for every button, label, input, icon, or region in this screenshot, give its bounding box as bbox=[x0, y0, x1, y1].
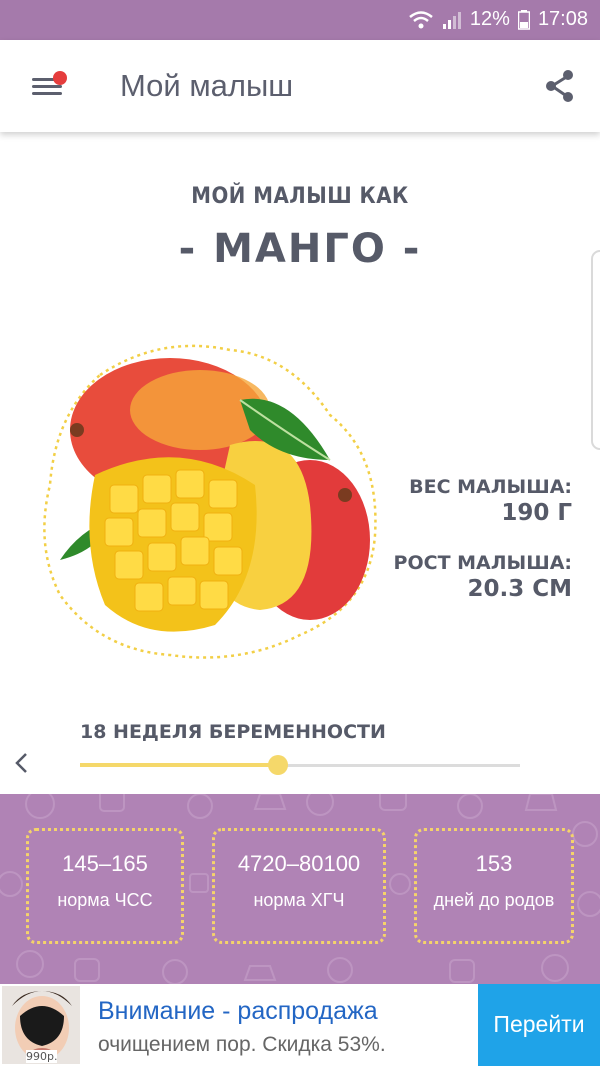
week-slider-thumb[interactable] bbox=[268, 755, 288, 775]
week-label: 18 НЕДЕЛЯ БЕРЕМЕННОСТИ bbox=[80, 721, 386, 743]
wifi-icon bbox=[409, 10, 433, 28]
fruit-name: - МАНГО - bbox=[178, 226, 422, 272]
info-box-caption: норма ХГЧ bbox=[253, 890, 345, 910]
info-box-value: 153 bbox=[475, 851, 513, 876]
info-box-value: 4720–80100 bbox=[237, 851, 361, 876]
status-bar: 12% 17:08 bbox=[0, 0, 600, 40]
subtitle: МОЙ МАЛЫШ КАК bbox=[191, 184, 409, 209]
clock: 17:08 bbox=[537, 8, 588, 30]
height-label: РОСТ МАЛЫША: bbox=[393, 552, 572, 574]
info-box-caption: норма ЧСС bbox=[57, 890, 153, 910]
signal-icon bbox=[442, 11, 461, 29]
battery-icon bbox=[517, 9, 530, 30]
app-title: Мой малыш bbox=[120, 68, 294, 103]
side-panel-handle[interactable] bbox=[591, 250, 600, 450]
info-box-caption: дней до родов bbox=[433, 890, 555, 910]
height-stat: РОСТ МАЛЫША: 20.3 СМ bbox=[394, 552, 572, 602]
share-button[interactable] bbox=[540, 66, 580, 106]
battery-percent: 12% bbox=[469, 8, 510, 30]
week-slider-fill bbox=[80, 763, 278, 767]
ad-banner[interactable]: 990р. Внимание - распродажа очищением по… bbox=[0, 984, 600, 1066]
info-box-value: 145–165 bbox=[62, 851, 148, 876]
previous-week-button[interactable] bbox=[10, 748, 34, 778]
info-box-days-left: 153 дней до родов bbox=[414, 828, 574, 944]
ad-price: 990р. bbox=[26, 1050, 58, 1063]
notification-dot bbox=[53, 71, 67, 85]
app-bar: Мой малыш bbox=[0, 40, 600, 132]
weight-stat: ВЕС МАЛЫША: 190 Г bbox=[409, 476, 572, 526]
info-box-hcg: 4720–80100 норма ХГЧ bbox=[212, 828, 386, 944]
mango-image bbox=[43, 344, 377, 659]
status-icons: 12% 17:08 bbox=[408, 8, 588, 31]
chevron-left-icon bbox=[15, 753, 27, 773]
height-value: 20.3 СМ bbox=[467, 576, 572, 602]
weight-value: 190 Г bbox=[501, 500, 572, 526]
share-icon bbox=[546, 70, 573, 102]
ad-title[interactable]: Внимание - распродажа bbox=[98, 997, 378, 1026]
ad-text: очищением пор. Скидка 53%. bbox=[98, 1033, 386, 1056]
info-box-heart-rate: 145–165 норма ЧСС bbox=[26, 828, 184, 944]
info-section: 145–165 норма ЧСС 4720–80100 норма ХГЧ 1… bbox=[0, 794, 600, 984]
menu-button[interactable] bbox=[22, 66, 72, 106]
weight-label: ВЕС МАЛЫША: bbox=[409, 476, 572, 498]
ad-go-button[interactable]: Перейти bbox=[478, 984, 600, 1066]
